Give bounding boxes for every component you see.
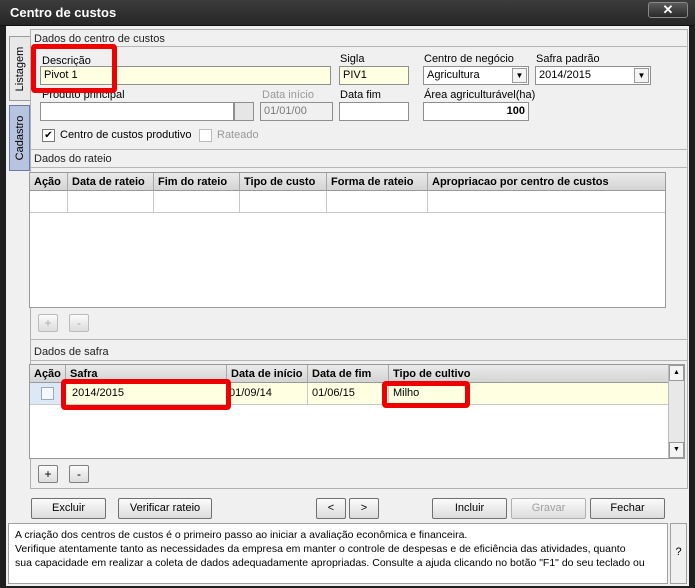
rateio-col-acao[interactable]: Ação — [30, 173, 68, 190]
fim-cell[interactable]: 01/06/15 — [308, 383, 389, 404]
window-client: Listagem Cadastro Dados do centro de cus… — [6, 26, 689, 586]
table-row[interactable]: 2014/2015 01/09/14 01/06/15 Milho — [30, 383, 668, 405]
title-bar: Centro de custos ✕ — [0, 0, 695, 26]
cultivo-cell[interactable]: Milho — [389, 383, 668, 404]
excluir-button[interactable]: Excluir — [31, 498, 106, 519]
safra-col-acao[interactable]: Ação — [30, 365, 66, 382]
section-title-centro: Dados do centro de custos — [34, 33, 165, 45]
help-line-3: sua capacidade em realizar a coleta de d… — [15, 557, 645, 569]
gravar-button: Gravar — [511, 498, 586, 519]
safra-remove-button[interactable]: - — [69, 465, 89, 483]
divider — [30, 360, 688, 361]
safra-col-fim[interactable]: Data de fim — [308, 365, 389, 382]
sigla-label: Sigla — [340, 53, 365, 65]
tab-listagem-label: Listagem — [14, 46, 26, 91]
divider — [30, 339, 688, 340]
produtivo-checkbox[interactable]: ✔ — [42, 129, 55, 142]
data-inicio-input: 01/01/00 — [260, 102, 333, 121]
fechar-button[interactable]: Fechar — [590, 498, 665, 519]
divider — [30, 167, 688, 168]
area-label: Área agriculturável(ha) — [424, 89, 536, 101]
rateio-col-tipo[interactable]: Tipo de custo — [240, 173, 327, 190]
area-input[interactable]: 100 — [423, 102, 529, 121]
rateio-col-fim[interactable]: Fim do rateio — [154, 173, 240, 190]
rateio-col-apropriacao[interactable]: Apropriacao por centro de custos — [428, 173, 665, 190]
safra-padrao-label: Safra padrão — [536, 53, 600, 65]
row-select-checkbox[interactable] — [41, 387, 54, 400]
tab-cadastro-label: Cadastro — [13, 115, 26, 161]
incluir-button[interactable]: Incluir — [432, 498, 507, 519]
inicio-cell[interactable]: 01/09/14 — [227, 383, 308, 404]
tab-listagem[interactable]: Listagem — [9, 36, 30, 101]
rateio-remove-button[interactable]: - — [69, 314, 89, 332]
help-line-1: A criação dos centros de custos é o prim… — [15, 529, 468, 541]
rateado-checkbox — [199, 129, 212, 142]
safra-col-inicio[interactable]: Data de início — [227, 365, 308, 382]
scroll-down-icon[interactable]: ▼ — [669, 442, 684, 458]
data-fim-label: Data fim — [340, 89, 381, 101]
help-line-2: Verifique atentamente tanto as necessida… — [15, 543, 626, 555]
produto-input[interactable] — [40, 102, 234, 121]
safra-col-safra[interactable]: Safra — [66, 365, 227, 382]
verificar-rateio-button[interactable]: Verificar rateio — [118, 498, 212, 519]
scroll-up-icon[interactable]: ▲ — [669, 365, 684, 381]
sigla-input[interactable]: PIV1 — [339, 66, 409, 85]
next-button[interactable]: > — [349, 498, 379, 519]
rateado-label: Rateado — [217, 129, 259, 141]
safra-header-row: Ação Safra Data de início Data de fim Ti… — [30, 365, 668, 383]
centro-negocio-value: Agricultura — [427, 69, 480, 81]
divider — [30, 149, 688, 150]
help-text-area: A criação dos centros de custos é o prim… — [8, 523, 668, 584]
data-inicio-label: Data início — [262, 89, 314, 101]
rateio-add-button[interactable]: + — [38, 314, 58, 332]
chevron-down-icon[interactable]: ▼ — [634, 68, 649, 83]
rateio-grid: Ação Data de rateio Fim do rateio Tipo d… — [29, 172, 666, 308]
produtivo-label: Centro de custos produtivo — [60, 129, 192, 141]
produto-lookup-button[interactable] — [234, 102, 254, 121]
centro-negocio-select[interactable]: Agricultura ▼ — [423, 66, 529, 85]
row-action-cell[interactable] — [30, 383, 66, 404]
safra-add-button[interactable]: + — [38, 465, 58, 483]
section-title-rateio: Dados do rateio — [34, 153, 112, 165]
help-question-button[interactable]: ? — [670, 523, 687, 584]
safra-col-cultivo[interactable]: Tipo de cultivo — [389, 365, 668, 382]
safra-cell[interactable]: 2014/2015 — [66, 383, 227, 404]
prev-button[interactable]: < — [316, 498, 346, 519]
chevron-down-icon[interactable]: ▼ — [512, 68, 527, 83]
close-button[interactable]: ✕ — [648, 2, 688, 18]
descricao-input[interactable]: Pivot 1 — [40, 66, 331, 85]
window-title: Centro de custos — [10, 5, 117, 20]
table-row[interactable] — [30, 191, 665, 213]
rateio-col-data[interactable]: Data de rateio — [68, 173, 154, 190]
rateio-col-forma[interactable]: Forma de rateio — [327, 173, 428, 190]
divider — [30, 46, 688, 47]
produto-label: Produto principal — [42, 89, 125, 101]
section-title-safra: Dados de safra — [34, 346, 109, 358]
data-fim-input[interactable] — [339, 102, 409, 121]
rateio-header-row: Ação Data de rateio Fim do rateio Tipo d… — [30, 173, 665, 191]
tab-cadastro[interactable]: Cadastro — [9, 105, 30, 171]
safra-scrollbar[interactable]: ▲ ▼ — [668, 365, 684, 458]
safra-padrao-value: 2014/2015 — [539, 69, 591, 81]
centro-negocio-label: Centro de negócio — [424, 53, 514, 65]
safra-padrao-select[interactable]: 2014/2015 ▼ — [535, 66, 651, 85]
safra-grid: Ação Safra Data de início Data de fim Ti… — [29, 364, 685, 459]
